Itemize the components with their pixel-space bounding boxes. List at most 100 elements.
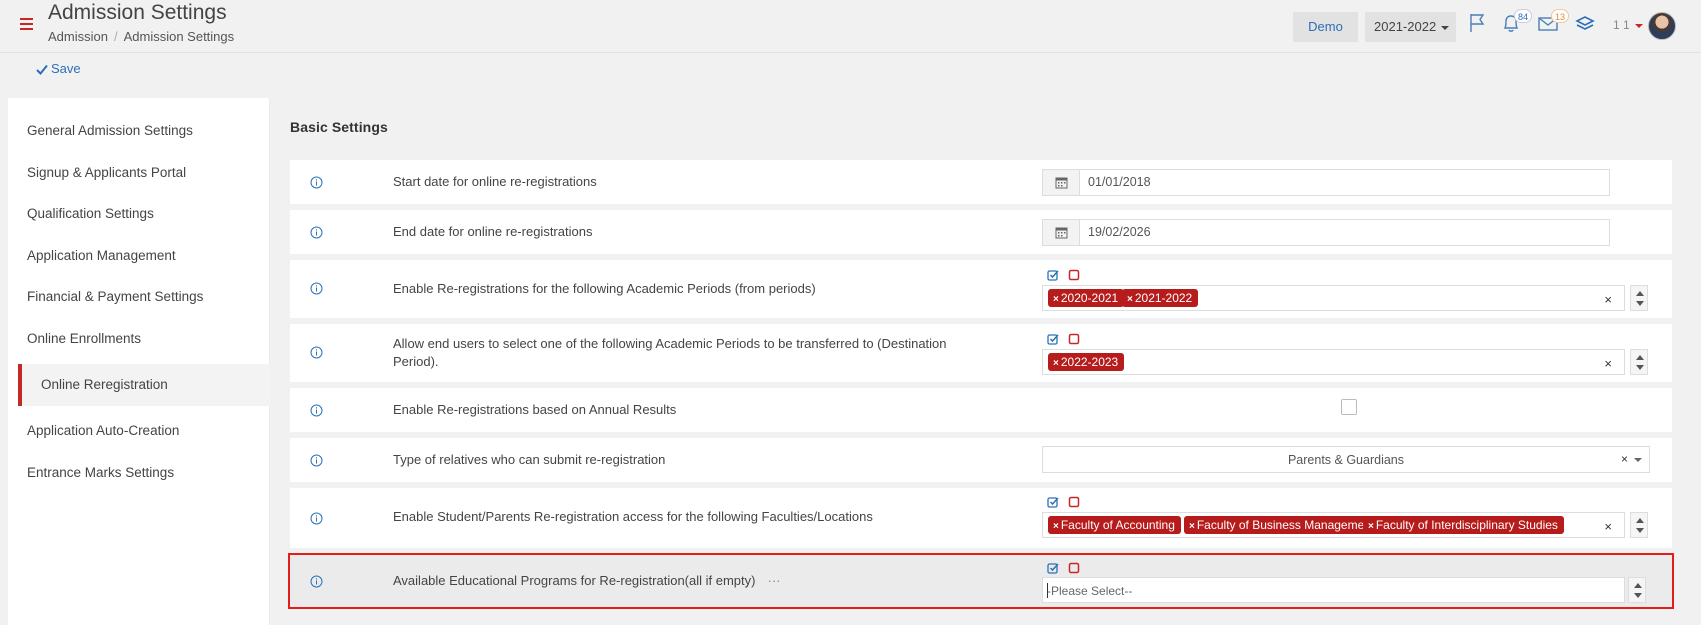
start-date-value: 01/01/2018	[1088, 175, 1151, 189]
layers-icon[interactable]	[1574, 12, 1600, 38]
deselect-all-icon[interactable]	[1068, 269, 1080, 281]
clear-selection-icon[interactable]: ×	[1621, 452, 1628, 466]
deselect-all-icon[interactable]	[1068, 496, 1080, 508]
scroll-stepper[interactable]	[1630, 349, 1648, 375]
setting-row-annual-results: Enable Re-registrations based on Annual …	[290, 388, 1672, 432]
demo-button[interactable]: Demo	[1293, 12, 1358, 42]
user-label: 1 1	[1613, 18, 1630, 32]
more-icon[interactable]: ···	[767, 573, 780, 588]
end-date-input[interactable]: 19/02/2026	[1042, 219, 1610, 246]
faculties-multiselect[interactable]: × Faculty of Accounting × Faculty of Busin…	[1042, 512, 1625, 538]
caret-down-icon	[1441, 25, 1450, 30]
scroll-stepper[interactable]	[1630, 285, 1648, 311]
top-bar: Admission Settings Admission / Admission S…	[0, 0, 1701, 52]
info-icon[interactable]	[310, 282, 323, 295]
user-menu[interactable]: 1 1	[1613, 18, 1643, 32]
info-icon[interactable]	[310, 454, 323, 467]
start-date-input[interactable]: 01/01/2018	[1042, 169, 1610, 196]
page-title: Admission Settings	[48, 1, 227, 24]
select-all-icon[interactable]	[1047, 333, 1059, 345]
sidebar-item-financial-payment-settings[interactable]: Financial & Payment Settings	[8, 276, 270, 318]
setting-label: Enable Student/Parents Re-registration a…	[393, 509, 873, 524]
remove-tag-icon[interactable]: ×	[1053, 294, 1059, 305]
caret-down-icon	[1634, 458, 1642, 462]
sidebar-item-qualification-settings[interactable]: Qualification Settings	[8, 193, 270, 235]
setting-label: End date for online re-registrations	[393, 224, 593, 239]
save-label: Save	[51, 61, 81, 76]
remove-tag-icon[interactable]: ×	[1368, 521, 1374, 532]
scroll-stepper[interactable]	[1628, 577, 1646, 603]
clear-selection-icon[interactable]: ×	[1604, 292, 1612, 307]
info-icon[interactable]	[310, 346, 323, 359]
tag-2022-2023[interactable]: × 2022-2023	[1048, 353, 1125, 371]
select-all-icon[interactable]	[1047, 562, 1059, 574]
annual-results-checkbox[interactable]	[1341, 399, 1357, 415]
breadcrumb: Admission / Admission Settings	[48, 29, 235, 44]
deselect-all-icon[interactable]	[1068, 333, 1080, 345]
caret-down-icon	[1634, 23, 1643, 28]
sidebar-item-online-enrollments[interactable]: Online Enrollments	[8, 318, 270, 360]
setting-label: Enable Re-registrations based on Annual …	[393, 402, 677, 417]
tag-faculty-of-accounting[interactable]: × Faculty of Accounting	[1048, 516, 1181, 534]
setting-label: Enable Re-registrations for the followin…	[393, 281, 816, 296]
setting-label: Allow end users to select one of the fol…	[393, 336, 947, 369]
deselect-all-icon[interactable]	[1068, 562, 1080, 574]
setting-row-end-date: End date for online re-registrations 19/…	[290, 210, 1672, 254]
setting-row-from-periods: Enable Re-registrations for the followin…	[290, 260, 1672, 318]
tag-faculty-of-interdisciplinary-studies[interactable]: × Faculty of Interdisciplinary Studies	[1363, 516, 1564, 534]
tag-2020-2021[interactable]: × 2020-2021	[1048, 289, 1125, 307]
calendar-icon[interactable]	[1043, 170, 1080, 195]
sidebar-item-online-reregistration[interactable]: Online Reregistration	[18, 364, 270, 406]
tag-faculty-of-business-management[interactable]: × Faculty of Business Management	[1184, 516, 1381, 534]
sidebar-item-general-admission-settings[interactable]: General Admission Settings	[8, 110, 270, 152]
setting-label: Start date for online re-registrations	[393, 174, 597, 189]
menu-icon[interactable]	[20, 18, 33, 30]
select-all-icon[interactable]	[1047, 496, 1059, 508]
info-icon[interactable]	[310, 176, 323, 189]
notifications-button[interactable]: 84	[1500, 9, 1532, 38]
calendar-icon[interactable]	[1043, 220, 1080, 245]
relatives-type-value: Parents & Guardians	[1287, 453, 1405, 467]
setting-row-relatives-type: Type of relatives who can submit re-regi…	[290, 438, 1672, 482]
academic-year-dropdown[interactable]: 2021-2022	[1365, 12, 1456, 42]
settings-content: Basic Settings Start date for online re-…	[270, 98, 1701, 625]
clear-selection-icon[interactable]: ×	[1604, 519, 1612, 534]
toolbar: Save	[0, 52, 1701, 88]
remove-tag-icon[interactable]: ×	[1189, 521, 1195, 532]
relatives-type-select[interactable]: Parents & Guardians ×	[1042, 446, 1650, 473]
from-periods-multiselect[interactable]: × 2020-2021 × 2021-2022 ×	[1042, 285, 1625, 311]
remove-tag-icon[interactable]: ×	[1053, 358, 1059, 369]
sidebar-item-entrance-marks-settings[interactable]: Entrance Marks Settings	[8, 452, 270, 494]
notifications-badge: 84	[1514, 9, 1532, 23]
breadcrumb-admission[interactable]: Admission	[48, 29, 108, 44]
messages-button[interactable]: 13	[1537, 9, 1569, 38]
setting-row-start-date: Start date for online re-registrations 0…	[290, 160, 1672, 204]
check-icon	[36, 64, 48, 75]
setting-row-destination-period: Allow end users to select one of the fol…	[290, 324, 1672, 382]
tag-2021-2022[interactable]: × 2021-2022	[1122, 289, 1199, 307]
info-icon[interactable]	[310, 226, 323, 239]
avatar[interactable]	[1648, 12, 1676, 40]
settings-sidebar: General Admission Settings Signup & Appl…	[8, 98, 270, 625]
save-button[interactable]: Save	[36, 61, 81, 76]
messages-badge: 13	[1551, 9, 1569, 23]
educational-programs-multiselect[interactable]: -Please Select--	[1042, 577, 1625, 603]
remove-tag-icon[interactable]: ×	[1127, 294, 1133, 305]
sidebar-item-signup-applicants-portal[interactable]: Signup & Applicants Portal	[8, 152, 270, 194]
info-icon[interactable]	[310, 575, 323, 588]
info-icon[interactable]	[310, 512, 323, 525]
clear-selection-icon[interactable]: ×	[1604, 356, 1612, 371]
destination-period-multiselect[interactable]: × 2022-2023 ×	[1042, 349, 1625, 375]
scroll-stepper[interactable]	[1630, 512, 1648, 538]
section-title: Basic Settings	[290, 119, 388, 135]
sidebar-item-application-management[interactable]: Application Management	[8, 235, 270, 277]
sidebar-item-application-auto-creation[interactable]: Application Auto-Creation	[8, 410, 270, 452]
select-all-icon[interactable]	[1047, 269, 1059, 281]
please-select-placeholder: -Please Select--	[1047, 583, 1133, 598]
flag-icon[interactable]	[1467, 12, 1493, 38]
breadcrumb-admission-settings: Admission Settings	[123, 29, 235, 44]
info-icon[interactable]	[310, 404, 323, 417]
remove-tag-icon[interactable]: ×	[1053, 521, 1059, 532]
setting-label: Type of relatives who can submit re-regi…	[393, 452, 666, 467]
setting-row-faculties: Enable Student/Parents Re-registration a…	[290, 488, 1672, 548]
